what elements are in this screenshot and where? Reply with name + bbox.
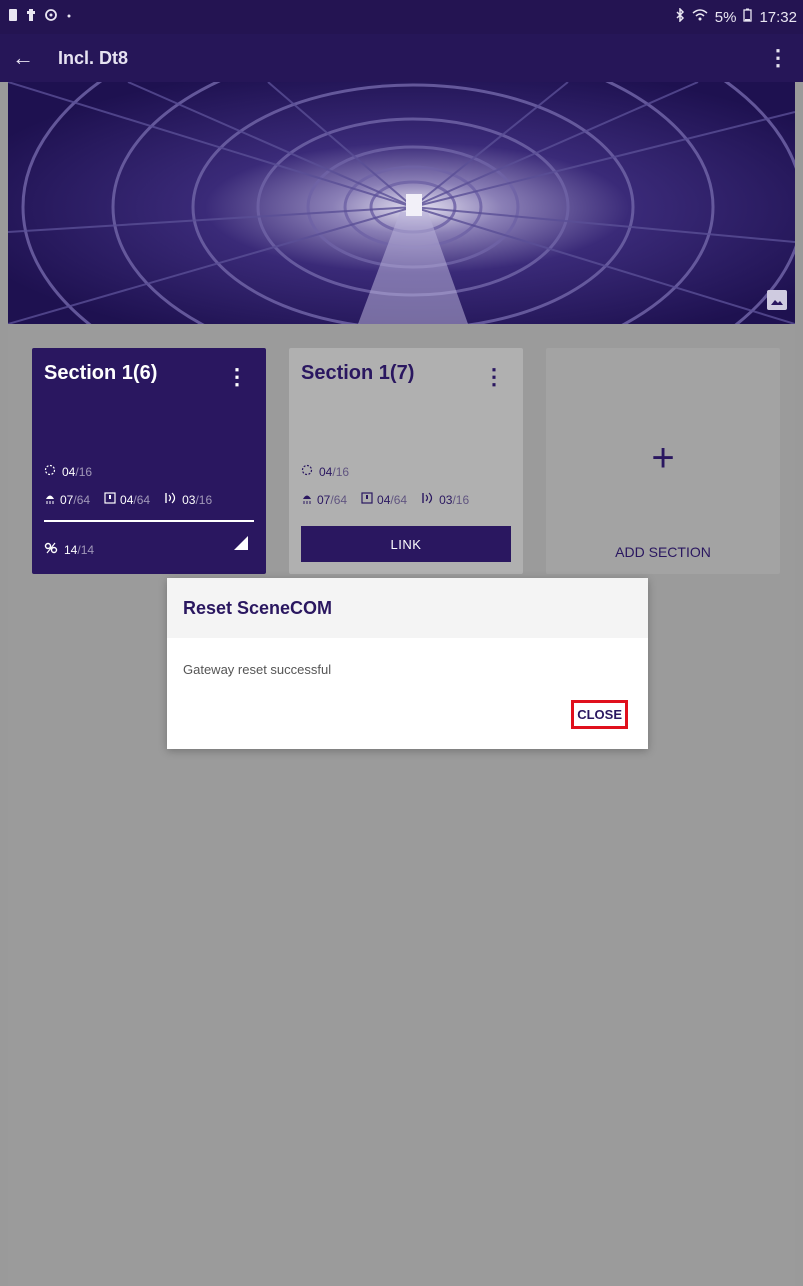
dialog-message: Gateway reset successful	[183, 662, 332, 677]
battery-percent: 5%	[714, 8, 737, 26]
switches-count: 04	[120, 492, 134, 507]
switches-total: /64	[133, 492, 151, 507]
section-menu-icon[interactable]: ⋮	[483, 364, 505, 390]
page-title: Incl. Dt8	[58, 47, 129, 68]
change-image-icon[interactable]	[767, 290, 787, 310]
sensors-total: /16	[195, 492, 213, 507]
dot-icon	[66, 8, 72, 26]
add-section-card[interactable]: + ADD SECTION	[546, 348, 780, 574]
scenes-stat: 04/16	[44, 464, 92, 479]
sections-grid: Section 1(6) ⋮ 04/16 07/64 04/64 03/16 1…	[8, 324, 795, 1286]
light-icon	[44, 492, 56, 507]
link-icon	[44, 542, 58, 557]
clock: 17:32	[759, 8, 797, 26]
section-menu-icon[interactable]: ⋮	[226, 364, 248, 390]
switch-icon	[361, 492, 373, 507]
sensor-icon	[421, 492, 435, 507]
lights-total: /64	[73, 492, 91, 507]
card-divider	[44, 520, 254, 522]
devices-stats: 07/64 04/64 03/16	[301, 492, 469, 507]
links-total: /14	[77, 542, 95, 557]
sensors-count: 03	[182, 492, 196, 507]
link-button[interactable]: LINK	[301, 526, 511, 562]
scenes-count: 04	[62, 464, 76, 479]
switches-stat: 04/64	[104, 492, 150, 507]
scenes-total: /16	[332, 464, 350, 479]
scenes-total: /16	[75, 464, 93, 479]
sensors-stat: 03/16	[421, 492, 469, 507]
sensors-total: /16	[452, 492, 470, 507]
bluetooth-icon	[675, 7, 685, 26]
plus-icon: +	[651, 436, 675, 480]
switches-count: 04	[377, 492, 391, 507]
section-card-1-7[interactable]: Section 1(7) ⋮ 04/16 07/64 04/64 03/16 L…	[289, 348, 523, 574]
status-bar: 5% 17:32	[0, 0, 803, 34]
lights-count: 07	[60, 492, 74, 507]
switches-stat: 04/64	[361, 492, 407, 507]
wifi-icon	[692, 8, 708, 26]
devices-stats: 07/64 04/64 03/16	[44, 492, 212, 507]
hero-banner-image	[8, 82, 795, 324]
section-name: Section 1(6)	[44, 362, 158, 384]
scenes-stat: 04/16	[301, 464, 349, 479]
app-toolbar: ← Incl. Dt8 ⋮	[0, 34, 803, 82]
usb-icon	[26, 8, 36, 26]
sensor-icon	[164, 492, 178, 507]
scenes-count: 04	[319, 464, 333, 479]
section-name: Section 1(7)	[301, 362, 415, 384]
battery-icon	[743, 8, 753, 26]
sensors-count: 03	[439, 492, 453, 507]
reset-dialog: Reset SceneCOM Gateway reset successful …	[167, 578, 648, 749]
lights-total: /64	[330, 492, 348, 507]
add-section-label: ADD SECTION	[615, 544, 711, 560]
dialog-title: Reset SceneCOM	[183, 597, 333, 618]
links-stat: 14/14	[44, 542, 94, 557]
switch-icon	[104, 492, 116, 507]
light-icon	[301, 492, 313, 507]
sim-icon	[8, 8, 18, 26]
lights-count: 07	[317, 492, 331, 507]
back-arrow-icon[interactable]: ←	[12, 45, 42, 71]
scenes-icon	[44, 464, 56, 479]
section-card-1-6[interactable]: Section 1(6) ⋮ 04/16 07/64 04/64 03/16 1…	[32, 348, 266, 574]
switches-total: /64	[390, 492, 408, 507]
dialog-header: Reset SceneCOM	[167, 578, 648, 638]
close-button[interactable]: CLOSE	[571, 700, 628, 729]
overflow-menu-icon[interactable]: ⋮	[767, 45, 789, 71]
signal-strength-icon	[234, 536, 248, 550]
links-count: 14	[64, 542, 78, 557]
lights-stat: 07/64	[301, 492, 347, 507]
sync-icon	[44, 8, 58, 26]
sensors-stat: 03/16	[164, 492, 212, 507]
scenes-icon	[301, 464, 313, 479]
lights-stat: 07/64	[44, 492, 90, 507]
